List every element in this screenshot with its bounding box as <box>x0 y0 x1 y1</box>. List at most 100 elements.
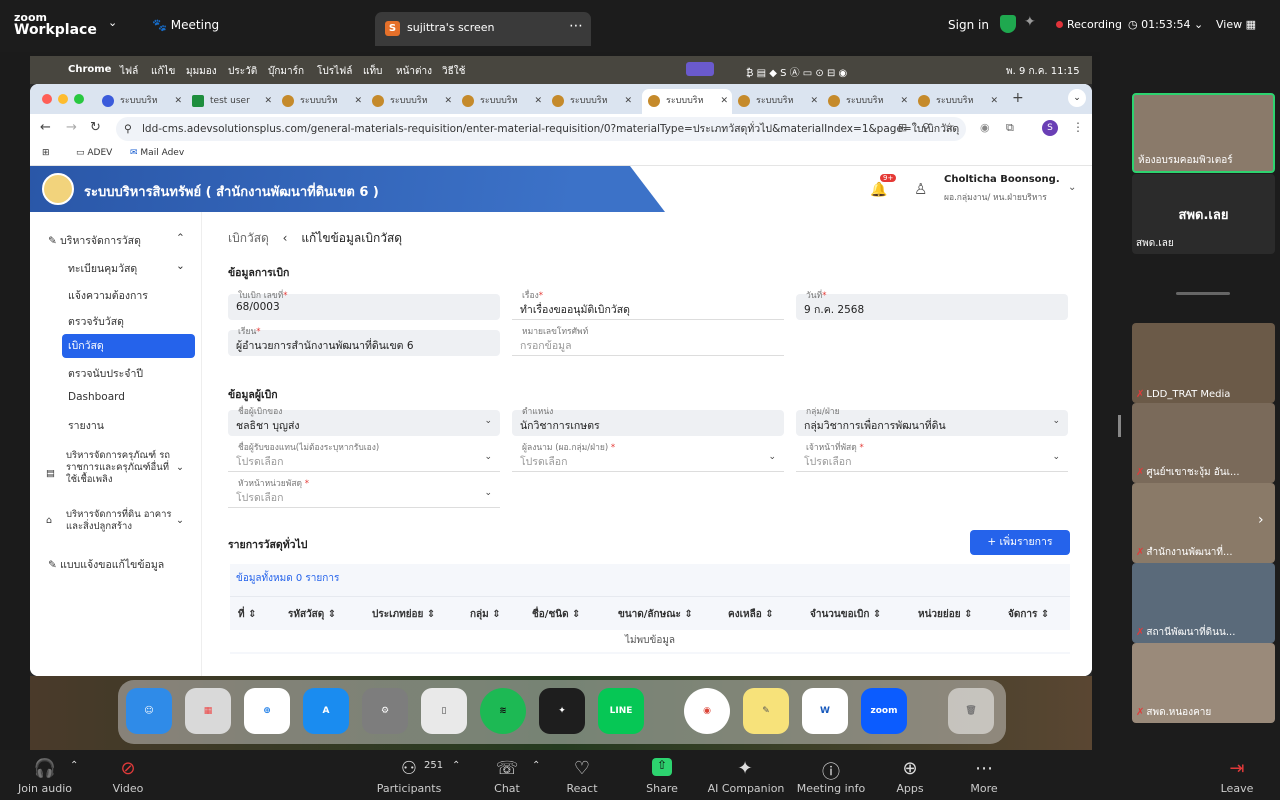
sidebar-item-receive[interactable]: ตรวจรับวัสดุ <box>30 313 202 330</box>
safari-icon[interactable]: ⊕ <box>244 688 290 734</box>
column-header[interactable]: จำนวนขอเบิก ⇕ <box>810 607 881 622</box>
more-button[interactable]: More <box>939 782 1029 795</box>
browser-tab[interactable]: ระบบบริห ✕ <box>912 89 1002 114</box>
menu-edit[interactable]: แก้ไข <box>151 64 175 79</box>
menu-window[interactable]: หน้าต่าง <box>396 64 432 79</box>
browser-tab[interactable]: ระบบบริห ✕ <box>732 89 822 114</box>
shield-icon[interactable] <box>1000 15 1016 33</box>
sidebar-item-annual-count[interactable]: ตรวจนับประจำปี <box>30 365 202 382</box>
settings-icon[interactable]: ⚙ <box>362 688 408 734</box>
browser-tab[interactable]: ระบบบริห ✕ <box>96 89 186 114</box>
sidebar-item-edit-request[interactable]: ✎ แบบแจ้งขอแก้ไขข้อมูล <box>30 556 202 573</box>
chevron-up-icon[interactable]: ⌃ <box>452 760 460 771</box>
share-icon[interactable]: ⇧ <box>652 758 672 776</box>
chevron-right-icon[interactable]: › <box>1258 512 1264 528</box>
meeting-info-button[interactable]: Meeting info <box>786 782 876 795</box>
menu-kebab-icon[interactable]: ⋮ <box>1072 120 1084 134</box>
participant-tile[interactable]: ✗ LDD_TRAT Media <box>1132 323 1275 403</box>
participant-tile[interactable]: ✗ สพด.หนองคาย <box>1132 643 1275 723</box>
sidebar-item-withdraw[interactable]: เบิกวัสดุ <box>62 334 195 358</box>
bell-icon[interactable]: 🔔 <box>870 182 887 198</box>
meeting-timer[interactable]: ◷ 01:53:54 ⌄ <box>1128 18 1203 31</box>
sidebar-item-register[interactable]: ทะเบียนคุมวัสดุ ⌄ <box>30 260 202 277</box>
minimize-window-icon[interactable] <box>58 94 68 104</box>
close-icon[interactable]: ✕ <box>534 89 542 114</box>
more-icon[interactable]: ⋯ <box>569 18 583 34</box>
column-header[interactable]: จัดการ ⇕ <box>1008 607 1049 622</box>
view-button[interactable]: View ▦ <box>1216 18 1256 31</box>
browser-tab[interactable]: ระบบบริห ✕ <box>822 89 912 114</box>
participant-tile[interactable]: ✗ สำนักงานพัฒนาที่... <box>1132 483 1275 563</box>
menu-history[interactable]: ประวัติ <box>228 64 257 79</box>
close-icon[interactable]: ✕ <box>624 89 632 114</box>
spotify-icon[interactable]: ≋ <box>480 688 526 734</box>
iphone-mirroring-icon[interactable]: ▯ <box>421 688 467 734</box>
leave-icon[interactable]: ⇥ <box>1192 758 1280 779</box>
sidebar-item-reports[interactable]: รายงาน <box>30 417 202 434</box>
word-icon[interactable]: W <box>802 688 848 734</box>
signer-select[interactable]: ผู้ลงนาม (ผอ.กลุ่ม/ฝ่าย) * โปรดเลือก ⌄ <box>512 443 784 472</box>
tab-search-icon[interactable]: ⌄ <box>1068 89 1086 107</box>
chief-select[interactable]: หัวหน้าหน่วยพัสดุ * โปรดเลือก ⌄ <box>228 479 500 508</box>
figma-icon[interactable]: ✦ <box>539 688 585 734</box>
requester-select[interactable]: ชื่อผู้เบิกของ ชลธิชา บุญส่ง ⌄ <box>228 407 500 436</box>
close-icon[interactable]: ✕ <box>354 89 362 114</box>
zoom-window-icon[interactable] <box>74 94 84 104</box>
browser-tab[interactable]: ระบบบริห ✕ <box>276 89 366 114</box>
meeting-tab[interactable]: 🐾 Meeting <box>152 18 219 32</box>
panel-resize-handle[interactable] <box>1176 292 1230 295</box>
sidebar-item-land[interactable]: ⌂ บริหารจัดการที่ดิน อาคารและสิ่งปลูกสร้า… <box>30 509 184 533</box>
line-icon[interactable]: LINE <box>598 688 644 734</box>
column-header[interactable]: กลุ่ม ⇕ <box>470 607 501 622</box>
react-button[interactable]: React <box>537 782 627 795</box>
reload-icon[interactable]: ↻ <box>90 120 101 135</box>
menu-bookmarks[interactable]: บุ๊กมาร์ก <box>268 64 304 79</box>
close-icon[interactable]: ✕ <box>720 89 728 114</box>
ai-spark-icon[interactable]: ✦ <box>1024 14 1036 30</box>
participant-tile[interactable]: ✗ ศูนย์ฯเขาชะงุ้ม อันเ... <box>1132 403 1275 483</box>
sign-in-link[interactable]: Sign in <box>948 18 989 32</box>
chevron-left-icon[interactable]: ‹ <box>283 231 288 245</box>
participant-tile[interactable]: สพด.เลย สพด.เลย <box>1132 174 1275 254</box>
column-header[interactable]: ชื่อ/ชนิด ⇕ <box>532 607 580 622</box>
menu-app[interactable]: Chrome <box>68 64 111 75</box>
info-icon[interactable]: ⓘ <box>786 758 876 784</box>
close-window-icon[interactable] <box>42 94 52 104</box>
menu-help[interactable]: วิธีใช้ <box>442 64 465 79</box>
ai-companion-button[interactable]: AI Companion <box>700 782 792 795</box>
share-button[interactable]: Share <box>617 782 707 795</box>
zoom-app-icon[interactable]: zoom <box>861 688 907 734</box>
app-store-icon[interactable]: A <box>303 688 349 734</box>
profile-avatar[interactable]: S <box>1042 120 1058 136</box>
translate-icon[interactable]: ⊞ <box>898 121 907 134</box>
group-select[interactable]: กลุ่ม/ฝ่าย กลุ่มวิชาการเพื่อการพัฒนาที่ดิ… <box>796 407 1068 436</box>
menu-view[interactable]: มุมมอง <box>186 64 217 79</box>
apps-grid-icon[interactable]: ⊞ <box>42 148 50 158</box>
close-icon[interactable]: ✕ <box>900 89 908 114</box>
user-name[interactable]: Cholticha Boonsong. <box>944 174 1060 185</box>
close-icon[interactable]: ✕ <box>990 89 998 114</box>
chevron-down-icon[interactable]: ⌄ <box>108 16 117 29</box>
chevron-up-icon[interactable]: ⌃ <box>70 760 78 771</box>
url-input[interactable]: ⚲ ldd-cms.adevsolutionsplus.com/general-… <box>116 117 966 141</box>
subject-field[interactable]: เรื่อง* ทำเรื่องขออนุมัติเบิกวัสดุ <box>512 291 784 320</box>
add-item-button[interactable]: + เพิ่มรายการ <box>970 530 1070 555</box>
chrome-icon[interactable]: ◉ <box>684 688 730 734</box>
column-header[interactable]: รหัสวัสดุ ⇕ <box>288 607 336 622</box>
camera-icon[interactable]: ◉ <box>980 121 990 134</box>
browser-tab-active[interactable]: ระบบบริห ✕ <box>642 89 732 114</box>
zoom-lens-icon[interactable]: ⚲ <box>922 121 930 134</box>
new-tab-icon[interactable]: + <box>1012 90 1024 106</box>
video-button[interactable]: Video <box>83 782 173 795</box>
star-icon[interactable]: ☆ <box>944 120 955 134</box>
menu-file[interactable]: ไฟล์ <box>120 64 138 79</box>
column-header[interactable]: คงเหลือ ⇕ <box>728 607 774 622</box>
menu-tab[interactable]: แท็บ <box>363 64 382 79</box>
leave-button[interactable]: Leave <box>1192 782 1280 795</box>
column-header[interactable]: ขนาด/ลักษณะ ⇕ <box>618 607 693 622</box>
sidebar-item-materials[interactable]: ✎ บริหารจัดการวัสดุ ⌃ <box>30 232 202 249</box>
more-icon[interactable]: ⋯ <box>939 758 1029 779</box>
trash-icon[interactable]: 🗑 <box>948 688 994 734</box>
browser-tab[interactable]: ระบบบริห ✕ <box>456 89 546 114</box>
share-screen-tab[interactable]: S sujittra's screen ⋯ <box>375 12 591 46</box>
